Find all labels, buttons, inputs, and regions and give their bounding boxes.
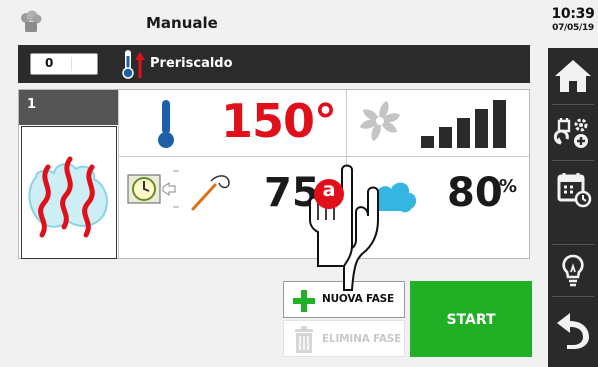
fan-level-indicator bbox=[421, 98, 521, 148]
back-icon bbox=[557, 313, 589, 349]
back-button[interactable] bbox=[548, 302, 598, 354]
trash-icon bbox=[295, 326, 313, 353]
phase-number: 1 bbox=[27, 97, 37, 112]
start-button[interactable]: START bbox=[410, 281, 532, 357]
sidebar-divider bbox=[552, 104, 594, 105]
humidity-cell[interactable]: 80 % bbox=[347, 157, 529, 258]
chef-hat-icon bbox=[21, 10, 42, 32]
new-phase-button[interactable]: NUOVA FASE bbox=[283, 281, 405, 318]
program-settings-icon bbox=[553, 118, 588, 148]
cooking-time-value: 75 bbox=[264, 170, 320, 216]
timer-toggle[interactable] bbox=[127, 169, 183, 209]
fan-icon bbox=[360, 101, 400, 141]
power-switch-label: 0 bbox=[45, 56, 54, 70]
delete-phase-label: ELIMINA FASE bbox=[322, 333, 402, 345]
convection-steam-icon bbox=[28, 156, 108, 238]
phase-tab[interactable]: 1 bbox=[19, 90, 118, 125]
clock: 10:39 07/05/19 bbox=[548, 0, 598, 48]
fan-speed-cell[interactable] bbox=[347, 90, 529, 156]
clock-time: 10:39 bbox=[551, 6, 595, 22]
tips-button[interactable] bbox=[548, 244, 598, 296]
calendar-icon bbox=[557, 173, 592, 208]
calendar-button[interactable] bbox=[548, 163, 598, 215]
lightbulb-icon bbox=[562, 254, 584, 287]
power-switch[interactable]: 0 bbox=[30, 53, 98, 75]
humidity-unit: % bbox=[499, 176, 518, 197]
preheat-thermometer-icon bbox=[122, 50, 145, 79]
thermometer-icon bbox=[158, 100, 174, 148]
program-settings-button[interactable] bbox=[548, 106, 598, 158]
page-title: Manuale bbox=[146, 14, 218, 32]
clock-date: 07/05/19 bbox=[552, 23, 594, 33]
plus-icon bbox=[293, 290, 315, 312]
temperature-cell[interactable]: 150° bbox=[119, 90, 346, 156]
phase-mode-button[interactable] bbox=[21, 126, 117, 259]
sidebar-divider bbox=[552, 296, 594, 297]
new-phase-label: NUOVA FASE bbox=[322, 293, 394, 305]
mode-label: Preriscaldo bbox=[150, 56, 233, 71]
core-probe-icon bbox=[191, 175, 230, 211]
sidebar bbox=[548, 48, 598, 367]
status-bar: 0 Preriscaldo bbox=[18, 45, 530, 83]
home-button[interactable] bbox=[548, 50, 598, 102]
delete-phase-button[interactable]: ELIMINA FASE bbox=[283, 320, 405, 357]
humidity-value: 80 bbox=[447, 170, 503, 216]
cooking-parameters-grid: 1 150° 75 80 % bbox=[18, 89, 530, 259]
home-icon bbox=[555, 60, 591, 92]
fan-level-bars bbox=[421, 100, 506, 148]
temperature-value: 150° bbox=[221, 94, 337, 148]
clock-icon bbox=[127, 170, 179, 208]
oven-control-screen: Manuale 10:39 07/05/19 0 Preriscaldo 1 1… bbox=[0, 0, 598, 367]
sidebar-divider bbox=[552, 160, 594, 161]
steam-cloud-icon bbox=[371, 182, 417, 213]
power-switch-knob bbox=[71, 57, 93, 71]
start-label: START bbox=[446, 312, 496, 328]
cooking-time-cell[interactable]: 75 bbox=[119, 157, 346, 258]
header: Manuale bbox=[0, 0, 548, 44]
